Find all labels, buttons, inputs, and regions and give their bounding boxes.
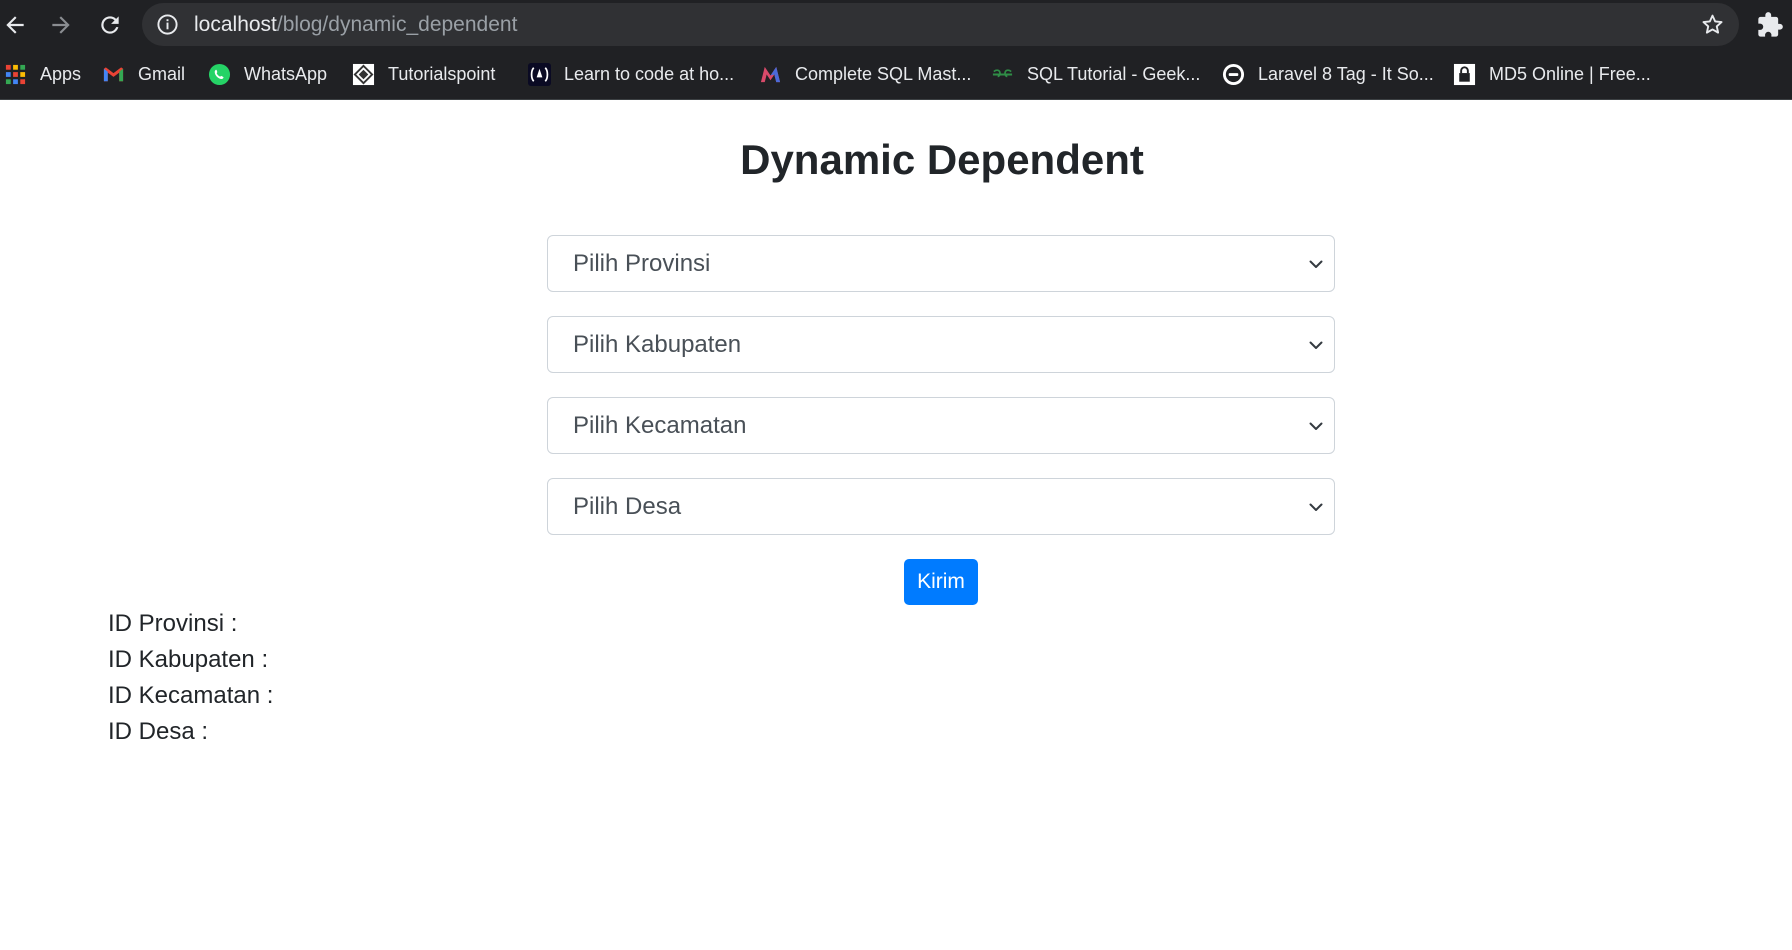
sql-mastery-icon <box>760 66 781 82</box>
select-provinsi[interactable]: Pilih Provinsi <box>547 235 1335 292</box>
back-button[interactable] <box>0 6 34 44</box>
apps-grid-icon <box>5 64 26 84</box>
tutorialspoint-icon <box>352 63 375 85</box>
bookmark-label: WhatsApp <box>244 63 328 84</box>
arrow-left-icon <box>6 16 24 34</box>
arrow-right-icon <box>52 16 70 34</box>
bookmark-geeksforgeeks[interactable]: SQL Tutorial - Geek... <box>991 57 1200 91</box>
bookmark-label: Learn to code at ho... <box>564 63 735 84</box>
bookmark-label: MD5 Online | Free... <box>1489 63 1651 84</box>
chevron-down-icon <box>1309 260 1323 268</box>
address-bar[interactable]: localhost/blog/dynamic_dependent <box>142 3 1739 46</box>
bookmark-tutorialspoint[interactable]: Tutorialspoint <box>352 57 495 91</box>
bookmark-itsolutionstuff[interactable]: Laravel 8 Tag - It So... <box>1222 57 1434 91</box>
extensions-puzzle-icon[interactable] <box>1756 11 1784 39</box>
bookmark-label: SQL Tutorial - Geek... <box>1027 63 1201 84</box>
kirim-button[interactable]: Kirim <box>904 559 978 605</box>
select-provinsi-value: Pilih Provinsi <box>573 250 711 277</box>
bookmark-label: Laravel 8 Tag - It So... <box>1258 63 1434 84</box>
info-icon[interactable] <box>156 13 179 36</box>
reload-icon <box>101 16 119 34</box>
bookmark-label: Tutorialspoint <box>388 63 496 84</box>
bookmarks-bar: Apps Gmail WhatsApp Tutorialspoint Learn… <box>0 50 1792 100</box>
select-kabupaten[interactable]: Pilih Kabupaten <box>547 316 1335 373</box>
bookmark-label: Complete SQL Mast... <box>795 63 972 84</box>
browser-toolbar: localhost/blog/dynamic_dependent <box>0 0 1792 50</box>
itsolutionstuff-icon <box>1222 63 1245 85</box>
bookmark-sql-mastery[interactable]: Complete SQL Mast... <box>759 57 971 91</box>
url-text[interactable]: localhost/blog/dynamic_dependent <box>194 3 517 46</box>
reload-button[interactable] <box>91 6 129 44</box>
gmail-icon <box>103 66 124 81</box>
chevron-down-icon <box>1309 422 1323 430</box>
whatsapp-icon <box>208 63 231 85</box>
result-id-kecamatan: ID Kecamatan : <box>108 682 274 709</box>
bookmark-label: Apps <box>40 63 82 84</box>
bookmark-md5-online[interactable]: MD5 Online | Free... <box>1453 57 1651 91</box>
select-desa[interactable]: Pilih Desa <box>547 478 1335 535</box>
page-title: Dynamic Dependent <box>740 136 1144 183</box>
url-host: localhost <box>194 13 277 36</box>
chevron-down-icon <box>1309 503 1323 511</box>
bookmark-apps[interactable]: Apps <box>4 57 81 91</box>
select-kecamatan[interactable]: Pilih Kecamatan <box>547 397 1335 454</box>
chevron-down-icon <box>1309 341 1323 349</box>
result-id-desa: ID Desa : <box>108 718 209 745</box>
select-kecamatan-value: Pilih Kecamatan <box>573 412 747 439</box>
bookmark-star-icon[interactable] <box>1700 12 1725 37</box>
bookmark-gmail[interactable]: Gmail <box>102 57 185 91</box>
md5-lock-icon <box>1453 63 1476 85</box>
geeksforgeeks-icon <box>992 68 1013 77</box>
bookmark-whatsapp[interactable]: WhatsApp <box>208 57 327 91</box>
select-kabupaten-value: Pilih Kabupaten <box>573 331 742 358</box>
forward-button[interactable] <box>42 6 80 44</box>
freecodecamp-icon <box>528 62 551 86</box>
bookmark-label: Gmail <box>138 63 186 84</box>
result-id-provinsi: ID Provinsi : <box>108 610 238 637</box>
url-path: /blog/dynamic_dependent <box>276 13 518 36</box>
result-id-kabupaten: ID Kabupaten : <box>108 646 269 673</box>
select-desa-value: Pilih Desa <box>573 493 682 520</box>
bookmark-freecodecamp[interactable]: Learn to code at ho... <box>528 57 734 91</box>
